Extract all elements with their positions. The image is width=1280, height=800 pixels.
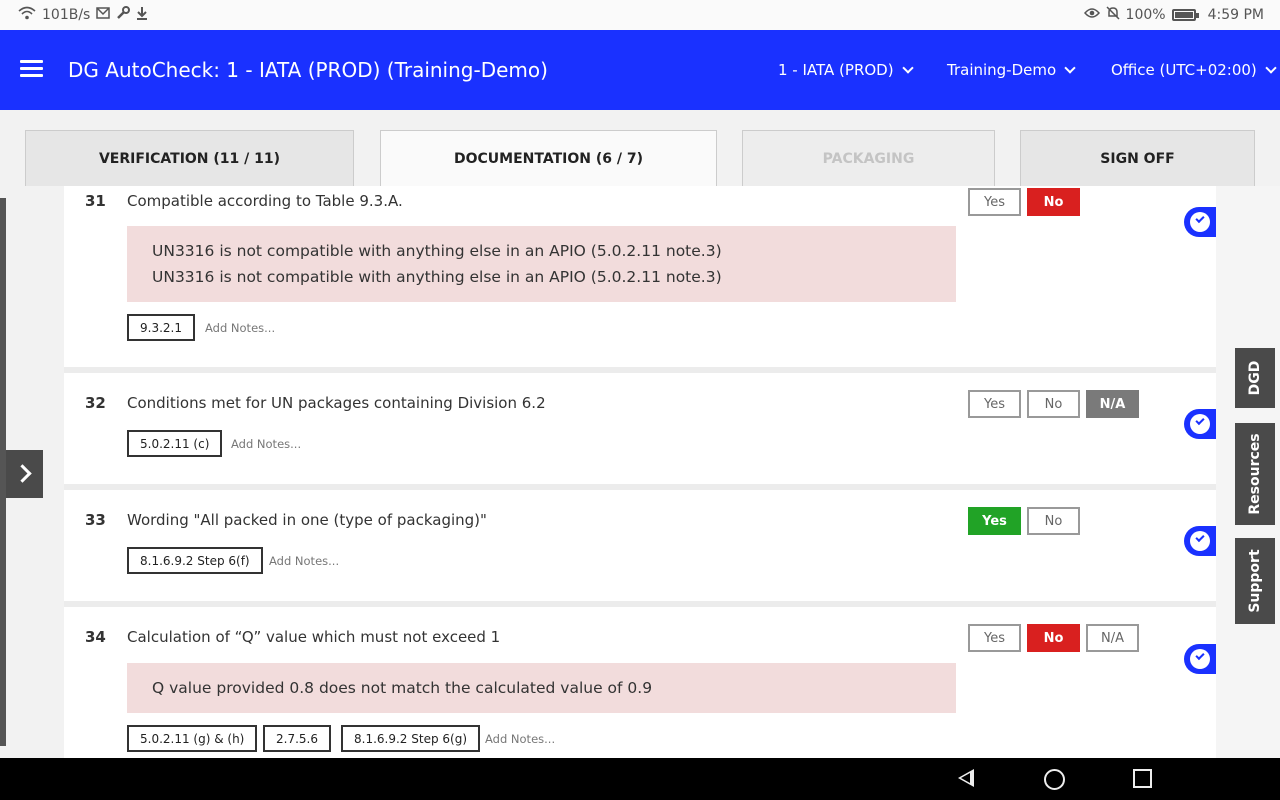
- side-tab-resources[interactable]: Resources: [1235, 423, 1275, 525]
- validation-message: UN3316 is not compatible with anything e…: [127, 226, 956, 302]
- expand-drawer-button[interactable]: [6, 450, 43, 498]
- station-dropdown-label: Training-Demo: [947, 61, 1057, 79]
- status-bar: 101B/s 100% 4:59 PM: [0, 0, 1280, 30]
- side-tab-label: Support: [1247, 549, 1263, 613]
- back-triangle-icon[interactable]: [958, 769, 974, 787]
- question-number: 34: [85, 628, 106, 646]
- question-card-32: 32 Conditions met for UN packages contai…: [64, 373, 1216, 484]
- app-header: DG AutoCheck: 1 - IATA (PROD) (Training-…: [0, 30, 1280, 110]
- side-tab-dgd[interactable]: DGD: [1235, 348, 1275, 408]
- question-number: 33: [85, 511, 106, 529]
- question-text: Conditions met for UN packages containin…: [127, 394, 546, 412]
- station-dropdown[interactable]: Training-Demo: [947, 61, 1076, 79]
- validation-message-line: UN3316 is not compatible with anything e…: [152, 242, 722, 260]
- reference-tag[interactable]: 8.1.6.9.2 Step 6(g): [341, 725, 480, 752]
- recents-square-icon[interactable]: [1133, 769, 1152, 788]
- clock: 4:59 PM: [1207, 7, 1264, 23]
- tab-verification[interactable]: VERIFICATION (11 / 11): [25, 130, 354, 186]
- system-nav-bar: [0, 758, 1280, 800]
- reference-tag[interactable]: 5.0.2.11 (c): [127, 430, 223, 457]
- question-text: Compatible according to Table 9.3.A.: [127, 192, 403, 210]
- answer-yes-button[interactable]: Yes: [968, 624, 1021, 652]
- add-notes-link[interactable]: Add Notes...: [269, 554, 339, 568]
- side-tab-support[interactable]: Support: [1235, 538, 1275, 624]
- check-circle-icon[interactable]: [1184, 409, 1216, 439]
- chevron-right-icon: [13, 464, 32, 483]
- wifi-icon: [18, 6, 36, 24]
- environment-dropdown[interactable]: 1 - IATA (PROD): [778, 61, 914, 79]
- eye-icon: [1083, 7, 1100, 23]
- validation-message-line: UN3316 is not compatible with anything e…: [152, 268, 722, 286]
- answer-no-button[interactable]: No: [1027, 507, 1080, 535]
- chevron-down-icon: [1265, 61, 1277, 74]
- timezone-dropdown[interactable]: Office (UTC+02:00): [1111, 61, 1277, 79]
- battery-percent: 100%: [1125, 7, 1166, 23]
- tab-bar: VERIFICATION (11 / 11) DOCUMENTATION (6 …: [0, 110, 1280, 187]
- battery-icon: [1171, 9, 1199, 21]
- side-tab-label: Resources: [1247, 433, 1263, 515]
- reference-tag[interactable]: 9.3.2.1: [127, 314, 195, 341]
- checklist-area: 31 Compatible according to Table 9.3.A. …: [0, 186, 1280, 758]
- add-notes-link[interactable]: Add Notes...: [205, 321, 275, 335]
- check-circle-icon[interactable]: [1184, 207, 1216, 237]
- side-tab-label: DGD: [1247, 360, 1263, 396]
- chevron-down-icon: [1064, 61, 1076, 74]
- check-circle-icon[interactable]: [1184, 526, 1216, 556]
- question-card-34: 34 Calculation of “Q” value which must n…: [64, 607, 1216, 758]
- question-list: 31 Compatible according to Table 9.3.A. …: [64, 186, 1216, 758]
- tab-packaging[interactable]: PACKAGING: [742, 130, 995, 186]
- question-card-33: 33 Wording "All packed in one (type of p…: [64, 490, 1216, 601]
- add-notes-link[interactable]: Add Notes...: [485, 732, 555, 746]
- wrench-icon: [116, 6, 131, 24]
- question-text: Wording "All packed in one (type of pack…: [127, 511, 487, 529]
- answer-na-button[interactable]: N/A: [1086, 390, 1139, 418]
- net-speed: 101B/s: [42, 7, 91, 23]
- page-title: DG AutoCheck: 1 - IATA (PROD) (Training-…: [68, 58, 548, 82]
- download-icon: [136, 6, 148, 24]
- chevron-down-icon: [901, 61, 914, 74]
- timezone-dropdown-label: Office (UTC+02:00): [1111, 61, 1257, 79]
- answer-yes-button[interactable]: Yes: [968, 390, 1021, 418]
- add-notes-link[interactable]: Add Notes...: [231, 437, 301, 451]
- answer-yes-button[interactable]: Yes: [968, 188, 1021, 216]
- reference-tag[interactable]: 5.0.2.11 (g) & (h): [127, 725, 258, 752]
- environment-dropdown-label: 1 - IATA (PROD): [778, 61, 894, 79]
- answer-no-button[interactable]: No: [1027, 188, 1080, 216]
- question-number: 31: [85, 192, 106, 210]
- validation-message: Q value provided 0.8 does not match the …: [127, 663, 956, 713]
- answer-na-button[interactable]: N/A: [1086, 624, 1139, 652]
- answer-no-button[interactable]: No: [1027, 624, 1080, 652]
- hamburger-menu-icon[interactable]: [20, 60, 43, 78]
- home-circle-icon[interactable]: [1044, 769, 1065, 790]
- answer-yes-button[interactable]: Yes: [968, 507, 1021, 535]
- check-circle-icon[interactable]: [1184, 644, 1216, 674]
- tab-documentation[interactable]: DOCUMENTATION (6 / 7): [380, 130, 717, 187]
- bell-off-icon: [1106, 6, 1120, 24]
- reference-tag[interactable]: 8.1.6.9.2 Step 6(f): [127, 547, 263, 574]
- question-number: 32: [85, 394, 106, 412]
- answer-no-button[interactable]: No: [1027, 390, 1080, 418]
- tab-sign-off[interactable]: SIGN OFF: [1020, 130, 1255, 186]
- validation-message-line: Q value provided 0.8 does not match the …: [152, 679, 653, 697]
- reference-tag[interactable]: 2.7.5.6: [263, 725, 331, 752]
- question-card-31: 31 Compatible according to Table 9.3.A. …: [64, 186, 1216, 367]
- question-text: Calculation of “Q” value which must not …: [127, 628, 501, 646]
- mail-icon: [96, 7, 111, 23]
